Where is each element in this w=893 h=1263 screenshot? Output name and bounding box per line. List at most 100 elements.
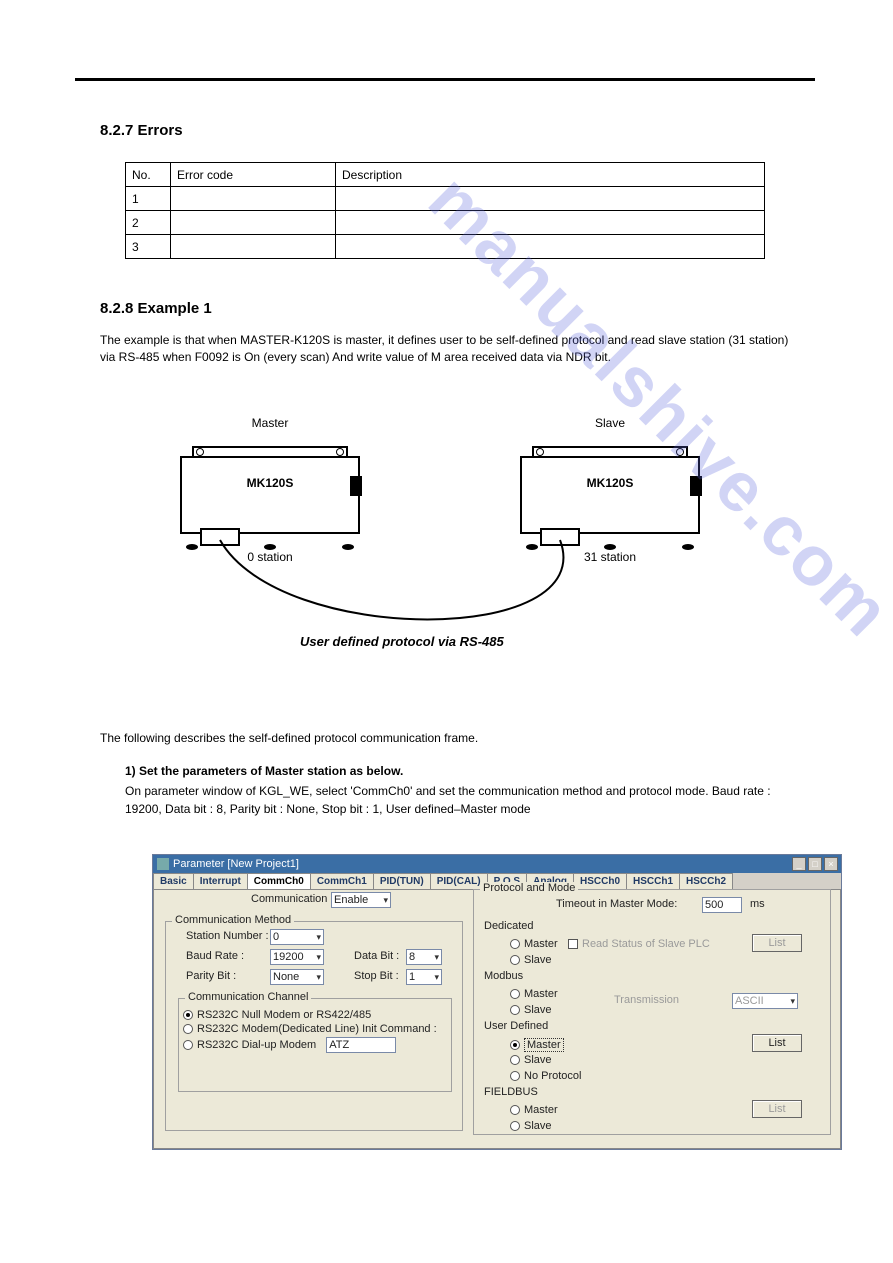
tab-commch1[interactable]: CommCh1: [310, 873, 374, 889]
dedicated-slave-row[interactable]: Slave: [510, 954, 552, 966]
timeout-label: Timeout in Master Mode:: [556, 898, 677, 910]
radio-icon: [510, 1055, 520, 1065]
dedicated-list-button: List: [752, 934, 802, 952]
master-label: Master: [524, 938, 558, 950]
protocol-mode-group: Protocol and Mode Timeout in Master Mode…: [473, 889, 831, 1135]
baud-label: Baud Rate :: [186, 950, 244, 962]
radio-icon: [510, 939, 520, 949]
radio-icon: [510, 955, 520, 965]
comm-method-group: Communication Method Station Number : 0 …: [165, 921, 463, 1131]
channel-opt3-row[interactable]: RS232C Dial-up Modem ATZ: [183, 1037, 447, 1053]
slave-label: Slave: [524, 1054, 552, 1066]
slave-label: Slave: [524, 954, 552, 966]
ud-noprotocol-row[interactable]: No Protocol: [510, 1070, 581, 1082]
radio-icon: [510, 1121, 520, 1131]
station-label: Station Number :: [186, 930, 269, 942]
modbus-label: Modbus: [484, 970, 523, 982]
dedicated-master-row[interactable]: Master: [510, 938, 558, 950]
baud-select[interactable]: 19200: [270, 949, 324, 965]
comm-method-title: Communication Method: [172, 914, 294, 926]
fb-master-row[interactable]: Master: [510, 1104, 558, 1116]
step1-text: On parameter window of KGL_WE, select 'C…: [125, 782, 795, 818]
comm-channel-title: Communication Channel: [185, 991, 311, 1003]
timeout-unit: ms: [750, 898, 765, 910]
maximize-button[interactable]: □: [808, 857, 822, 871]
window-titlebar[interactable]: Parameter [New Project1] _ □ ×: [153, 855, 841, 873]
section-8-2-7-title: 8.2.7 Errors: [100, 122, 183, 139]
comm-channel-group: Communication Channel RS232C Null Modem …: [178, 998, 452, 1092]
parameter-window: Parameter [New Project1] _ □ × Basic Int…: [152, 854, 842, 1150]
modbus-master-row[interactable]: Master: [510, 988, 558, 1000]
slave-label: Slave: [524, 1120, 552, 1132]
tab-pidtun[interactable]: PID(TUN): [373, 873, 431, 889]
window-app-icon: [157, 858, 169, 870]
tab-basic[interactable]: Basic: [153, 873, 194, 889]
channel-opt2-label: RS232C Modem(Dedicated Line) Init Comman…: [197, 1023, 437, 1035]
table-row: 2: [126, 211, 765, 235]
table-row: 1: [126, 187, 765, 211]
fieldbus-label: FIELDBUS: [484, 1086, 538, 1098]
databit-select[interactable]: 8: [406, 949, 442, 965]
window-title: Parameter [New Project1]: [173, 857, 299, 871]
modbus-slave-row[interactable]: Slave: [510, 1004, 552, 1016]
radio-icon: [183, 1010, 193, 1020]
channel-opt1-row[interactable]: RS232C Null Modem or RS422/485: [183, 1009, 447, 1021]
connection-diagram: Master MK120S 0 station Slave MK120S 31 …: [180, 416, 700, 646]
ud-master-row[interactable]: Master: [510, 1038, 564, 1052]
th-code: Error code: [171, 163, 336, 187]
ud-list-button[interactable]: List: [752, 1034, 802, 1052]
radio-icon: [510, 1071, 520, 1081]
radio-icon: [183, 1024, 193, 1034]
read-status-row: Read Status of Slave PLC: [568, 938, 710, 950]
channel-opt1-label: RS232C Null Modem or RS422/485: [197, 1009, 371, 1021]
close-button[interactable]: ×: [824, 857, 838, 871]
example-intro: The example is that when MASTER-K120S is…: [100, 332, 790, 366]
minimize-button[interactable]: _: [792, 857, 806, 871]
databit-label: Data Bit :: [354, 950, 399, 962]
tab-interrupt[interactable]: Interrupt: [193, 873, 248, 889]
fb-slave-row[interactable]: Slave: [510, 1120, 552, 1132]
radio-icon: [510, 1005, 520, 1015]
tab-hscch2[interactable]: HSCCh2: [679, 873, 733, 889]
slave-label: Slave: [524, 1004, 552, 1016]
master-label: Master: [524, 1038, 564, 1052]
stopbit-label: Stop Bit :: [354, 970, 399, 982]
read-status-label: Read Status of Slave PLC: [582, 938, 710, 950]
section-8-2-8-title: 8.2.8 Example 1: [100, 300, 212, 317]
init-command-input[interactable]: ATZ: [326, 1037, 396, 1053]
station-select[interactable]: 0: [270, 929, 324, 945]
transmission-label: Transmission: [614, 994, 679, 1006]
timeout-input[interactable]: 500: [702, 897, 742, 913]
connection-cable-icon: [180, 416, 700, 646]
ud-slave-row[interactable]: Slave: [510, 1054, 552, 1066]
tab-hscch0[interactable]: HSCCh0: [573, 873, 627, 889]
noprotocol-label: No Protocol: [524, 1070, 581, 1082]
th-desc: Description: [336, 163, 765, 187]
dedicated-label: Dedicated: [484, 920, 534, 932]
master-label: Master: [524, 1104, 558, 1116]
protocol-mode-title: Protocol and Mode: [480, 882, 578, 894]
communication-select[interactable]: Enable: [331, 892, 391, 908]
error-table: No. Error code Description 1 2 3: [125, 162, 765, 259]
checkbox-icon: [568, 939, 578, 949]
radio-icon: [510, 989, 520, 999]
stopbit-select[interactable]: 1: [406, 969, 442, 985]
master-label: Master: [524, 988, 558, 1000]
tab-hscch1[interactable]: HSCCh1: [626, 873, 680, 889]
protocol-label: User defined protocol via RS-485: [300, 634, 600, 649]
step-intro: The following describes the self-defined…: [100, 730, 790, 747]
table-row: 3: [126, 235, 765, 259]
channel-opt2-row[interactable]: RS232C Modem(Dedicated Line) Init Comman…: [183, 1023, 447, 1035]
radio-icon: [510, 1105, 520, 1115]
fb-list-button: List: [752, 1100, 802, 1118]
step1-lead: 1) Set the parameters of Master station …: [125, 762, 795, 780]
transmission-select: ASCII: [732, 993, 798, 1009]
tab-commch0[interactable]: CommCh0: [247, 873, 311, 889]
parity-select[interactable]: None: [270, 969, 324, 985]
user-defined-label: User Defined: [484, 1020, 548, 1032]
tab-pidcal[interactable]: PID(CAL): [430, 873, 488, 889]
communication-label: Communication :: [251, 893, 334, 905]
radio-icon: [183, 1040, 193, 1050]
page-rule: [75, 78, 815, 81]
parity-label: Parity Bit :: [186, 970, 236, 982]
